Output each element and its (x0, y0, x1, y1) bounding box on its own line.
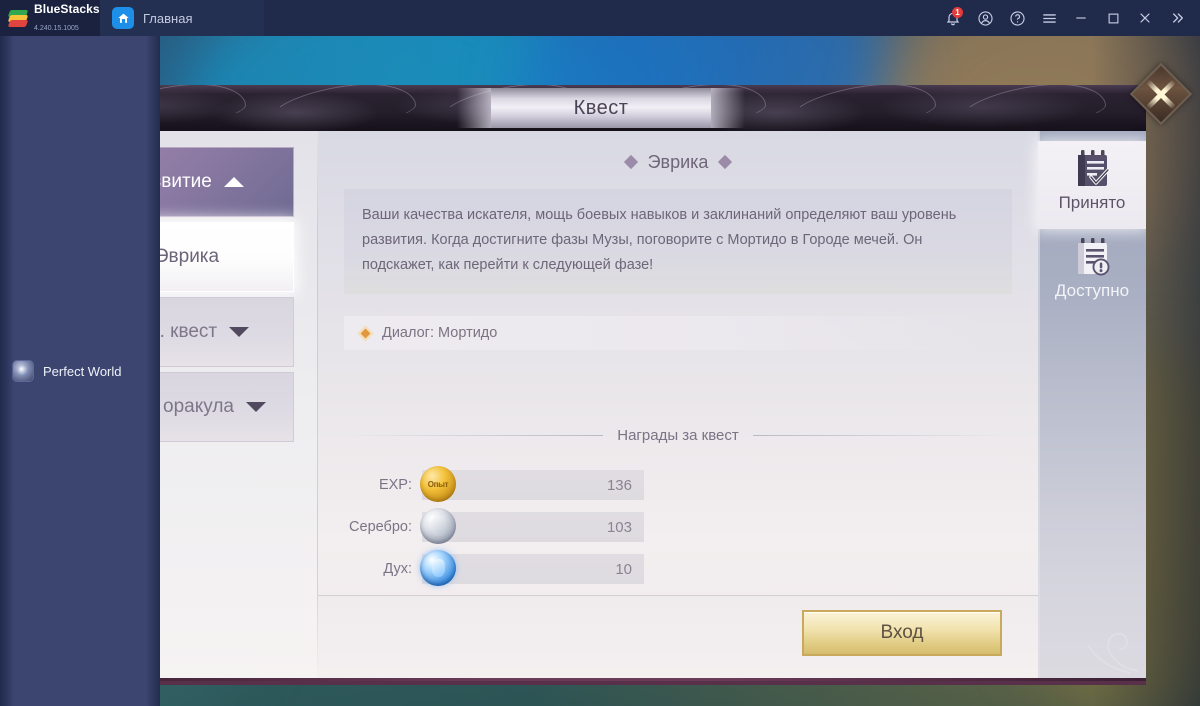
orange-gem-icon (357, 325, 374, 341)
blue-spirit-orb-icon (420, 550, 456, 586)
quest-detail-panel: Эврика Ваши качества искателя, мощь боев… (318, 131, 1038, 681)
quest-objective-row[interactable]: Диалог: Мортидо (344, 316, 986, 350)
maximize-icon[interactable] (1098, 3, 1128, 33)
account-icon[interactable] (970, 3, 1000, 33)
quest-description-box: Ваши качества искателя, мощь боевых навы… (344, 189, 1012, 294)
enter-button[interactable]: Вход (802, 610, 1002, 656)
corner-flourish-icon (1087, 632, 1139, 674)
enter-button-label: Вход (880, 622, 924, 643)
bluestacks-titlebar: BlueStacks 4.240.15.1005 Главная Perfect… (0, 0, 1200, 706)
notifications-icon[interactable]: 1 (938, 3, 968, 33)
header-ornament-icon (264, 85, 418, 131)
minimize-icon[interactable] (1066, 3, 1096, 33)
reward-row-spirit: Дух: 10 (344, 550, 644, 588)
game-avatar-icon (12, 360, 34, 382)
quest-name: Эврика (647, 151, 709, 172)
titlebar-controls: 1 (938, 0, 1200, 36)
header-ornament-icon (784, 85, 938, 131)
tab-accepted[interactable]: Принято (1038, 141, 1146, 229)
more-icon[interactable] (1162, 3, 1192, 33)
reward-label: Дух: (383, 561, 412, 577)
bluestacks-brand-name: BlueStacks (34, 2, 100, 17)
close-diamond-icon[interactable] (1129, 62, 1193, 126)
reward-label: Серебро: (349, 519, 412, 535)
diamond-bullet-icon (623, 154, 638, 170)
gold-exp-coin-icon: Опыт (420, 466, 456, 502)
reward-row-silver: Серебро: 103 (344, 508, 644, 546)
reward-row-exp: EXP: Опыт 136 (344, 466, 644, 504)
tab-accepted-label: Принято (1058, 193, 1126, 212)
tab-perfect-world-label: Perfect World (43, 363, 122, 379)
reward-label: EXP: (378, 477, 412, 493)
tab-home[interactable]: Главная (100, 0, 264, 36)
notifications-badge: 1 (952, 7, 963, 18)
tab-home-label: Главная (143, 10, 193, 26)
tab-available[interactable]: Доступно (1038, 229, 1146, 317)
reward-value: 103 (606, 518, 632, 536)
reward-value: 10 (615, 560, 632, 578)
reward-field: 103 (420, 508, 644, 544)
bluestacks-version: 4.240.15.1005 (34, 25, 79, 32)
menu-icon[interactable] (1034, 3, 1064, 33)
quest-window: Квест Развитие Эврика Осн. квест Квест о… (56, 62, 1193, 685)
scroll-check-icon (1078, 150, 1110, 186)
diamond-bullet-icon (718, 154, 733, 170)
reward-field: Опыт 136 (420, 466, 644, 502)
quest-description: Ваши качества искателя, мощь боевых навы… (362, 207, 957, 273)
quest-footer: Вход (318, 595, 1038, 681)
quest-window-header: Квест (56, 85, 1146, 131)
gold-exp-coin-text: Опыт (427, 479, 449, 489)
help-icon[interactable] (1002, 3, 1032, 33)
silver-coin-icon (420, 508, 456, 544)
rewards-heading: Награды за квест (344, 427, 1012, 444)
sidebar-item-label: Эврика (154, 246, 220, 267)
titlebar-spacer (264, 0, 938, 36)
rewards-list: EXP: Опыт 136 Серебро: 103 Дух: 10 (344, 466, 644, 592)
rewards-rule-right (752, 435, 1012, 436)
rewards-heading-label: Награды за квест (617, 427, 739, 444)
close-icon[interactable] (1130, 3, 1160, 33)
reward-field: 10 (420, 550, 644, 586)
reward-value: 136 (606, 476, 632, 494)
bluestacks-logo-icon (7, 8, 29, 28)
quest-name-heading: Эврика (344, 147, 1012, 177)
triangle-up-icon (223, 177, 244, 187)
triangle-down-icon (229, 327, 250, 337)
scroll-exclaim-icon (1078, 238, 1110, 276)
triangle-down-icon (245, 402, 266, 412)
home-icon (112, 7, 134, 29)
rewards-rule-left (344, 435, 604, 436)
tab-perfect-world[interactable]: Perfect World (0, 36, 160, 706)
tab-available-label: Доступно (1054, 281, 1130, 300)
quest-window-body: Развитие Эврика Осн. квест Квест оракула (56, 131, 1146, 685)
header-ornament-icon (954, 85, 1108, 131)
page-title: Квест (573, 96, 629, 119)
quest-objective-label: Диалог: Мортидо (382, 325, 498, 341)
bluestacks-logo: BlueStacks 4.240.15.1005 (0, 0, 100, 36)
quest-title-plate: Квест (457, 88, 745, 128)
quest-status-tabs: Принято Доступно (1038, 131, 1146, 681)
